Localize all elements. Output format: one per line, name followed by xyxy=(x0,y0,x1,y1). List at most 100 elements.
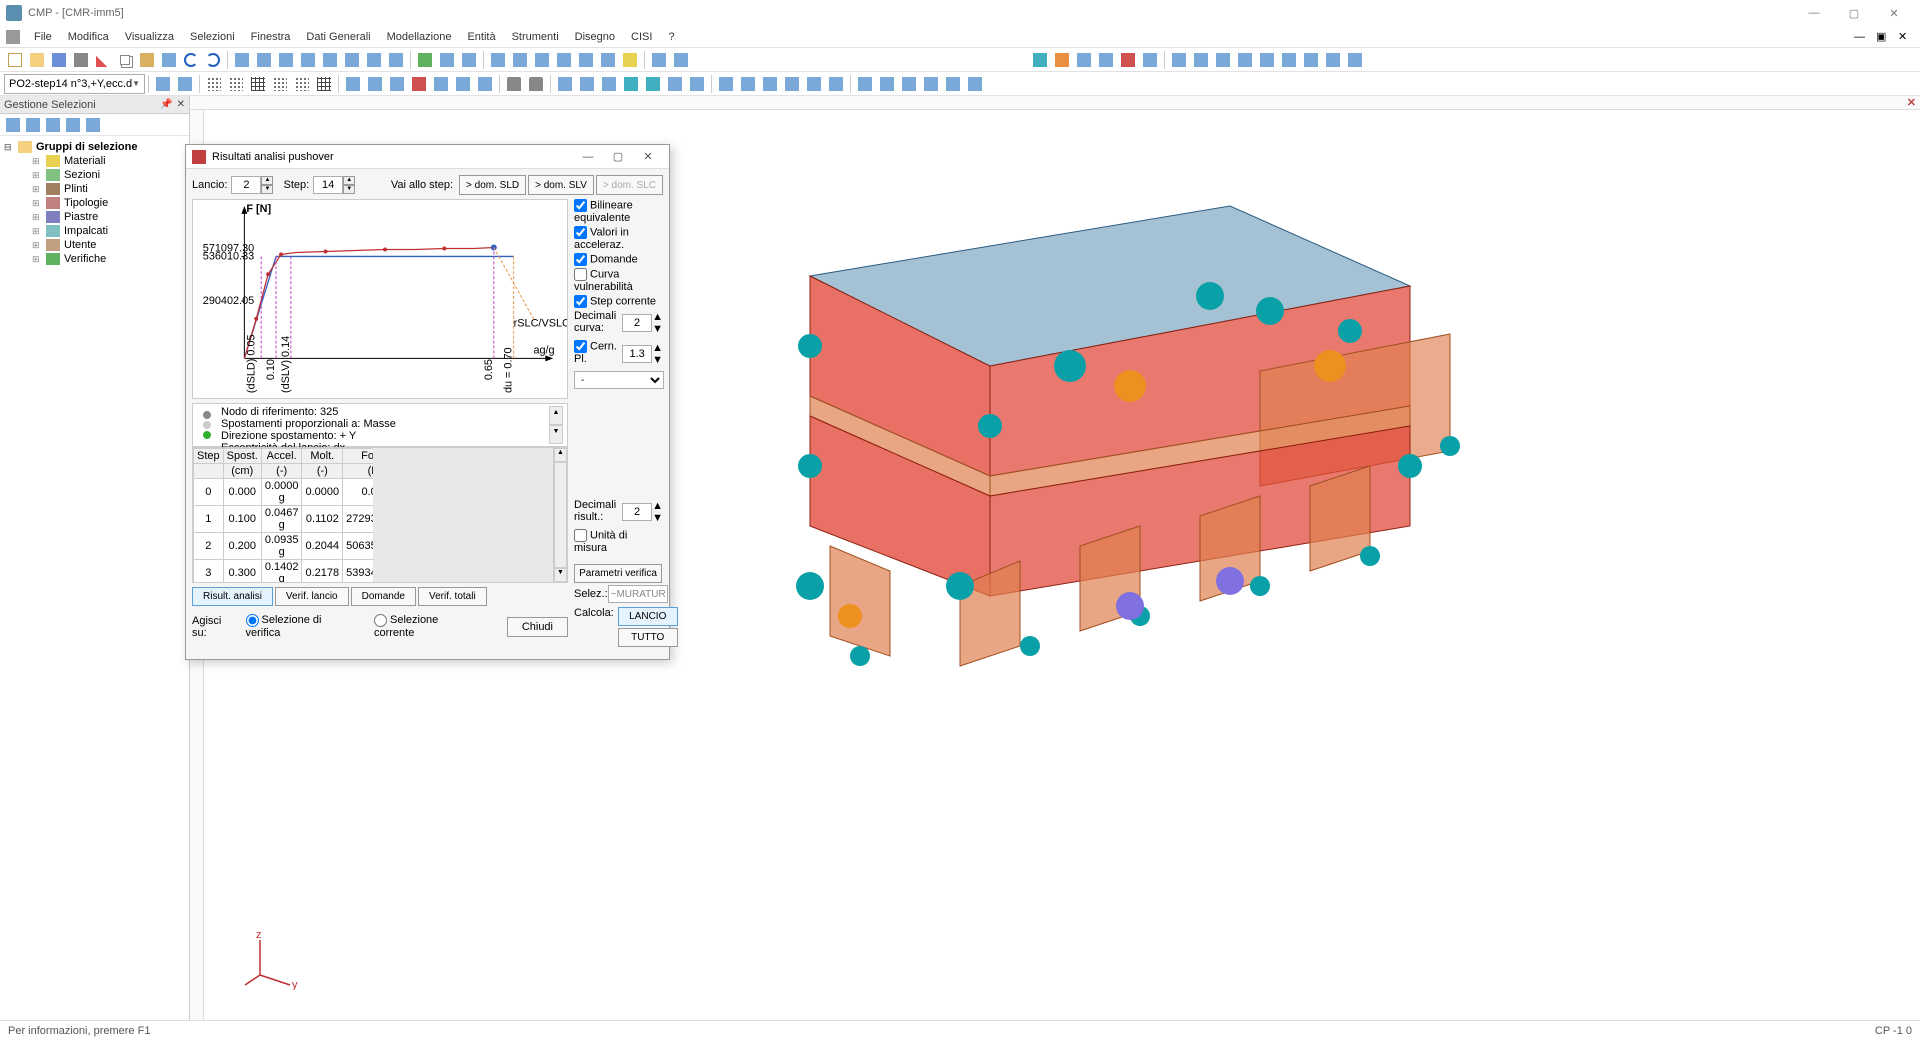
new-button[interactable] xyxy=(5,50,25,70)
snap-btn-1[interactable] xyxy=(716,74,736,94)
draw-btn-6[interactable] xyxy=(665,74,685,94)
tree-item-tipologie[interactable]: ⊞Tipologie xyxy=(4,196,185,210)
menu-selezioni[interactable]: Selezioni xyxy=(182,29,243,45)
ext-btn-1[interactable] xyxy=(855,74,875,94)
expand-icon[interactable]: ⊞ xyxy=(32,226,42,237)
draw-btn-4[interactable] xyxy=(621,74,641,94)
rtool-4[interactable] xyxy=(1096,50,1116,70)
parametri-verifica-button[interactable]: Parametri verifica xyxy=(574,564,662,583)
filter-btn-4[interactable] xyxy=(64,116,82,134)
close-doc-button[interactable]: ✕ xyxy=(1907,96,1916,109)
sel-btn-5[interactable] xyxy=(248,74,268,94)
rtool-6[interactable] xyxy=(1140,50,1160,70)
rtool-2[interactable] xyxy=(1052,50,1072,70)
maximize-button[interactable]: ▢ xyxy=(1834,0,1874,26)
filter-btn-5[interactable] xyxy=(84,116,102,134)
copy-button[interactable] xyxy=(115,50,135,70)
menu-modifica[interactable]: Modifica xyxy=(60,29,117,45)
view-btn-5[interactable] xyxy=(320,50,340,70)
sel-btn-10[interactable] xyxy=(365,74,385,94)
zoom-pan-button[interactable] xyxy=(598,50,618,70)
view-btn-1[interactable] xyxy=(232,50,252,70)
menu-file[interactable]: File xyxy=(26,29,60,45)
cern-label[interactable]: Cern. Pl. xyxy=(574,340,618,365)
step-spinner[interactable]: ▲▼ xyxy=(343,176,355,194)
sel-btn-14[interactable] xyxy=(453,74,473,94)
sel-btn-11[interactable] xyxy=(387,74,407,94)
collapse-icon[interactable]: ⊟ xyxy=(4,142,14,153)
expand-icon[interactable]: ⊞ xyxy=(32,156,42,167)
menu-finestra[interactable]: Finestra xyxy=(243,29,299,45)
view-btn-6[interactable] xyxy=(342,50,362,70)
rtool-1[interactable] xyxy=(1030,50,1050,70)
check-unita[interactable]: Unità di misura xyxy=(574,529,663,554)
lancio-input[interactable] xyxy=(231,176,261,194)
expand-icon[interactable]: ⊞ xyxy=(32,184,42,195)
zoom-out-button[interactable] xyxy=(510,50,530,70)
mdi-control-icon[interactable] xyxy=(6,30,20,44)
mdi-minimize-button[interactable]: — xyxy=(1854,31,1876,43)
tab-verif-lancio[interactable]: Verif. lancio xyxy=(275,587,349,606)
table-scrollbar[interactable]: ▲▼ xyxy=(553,448,567,582)
edit-button[interactable] xyxy=(159,50,179,70)
sel-btn-1[interactable] xyxy=(153,74,173,94)
rtool-14[interactable] xyxy=(1323,50,1343,70)
draw-btn-1[interactable] xyxy=(555,74,575,94)
save-button[interactable] xyxy=(49,50,69,70)
dialog-close-button[interactable]: ✕ xyxy=(633,150,663,163)
sel-btn-7[interactable] xyxy=(292,74,312,94)
calcola-tutto-button[interactable]: TUTTO xyxy=(618,628,678,647)
refresh-button[interactable] xyxy=(415,50,435,70)
rtool-5[interactable] xyxy=(1118,50,1138,70)
menu-help[interactable]: ? xyxy=(660,29,682,45)
menu-visualizza[interactable]: Visualizza xyxy=(117,29,182,45)
sel-btn-3[interactable] xyxy=(204,74,224,94)
tab-risult-analisi[interactable]: Risult. analisi xyxy=(192,587,273,606)
snap-btn-5[interactable] xyxy=(804,74,824,94)
tree-item-impalcati[interactable]: ⊞Impalcati xyxy=(4,224,185,238)
ext-btn-5[interactable] xyxy=(943,74,963,94)
menu-modellazione[interactable]: Modellazione xyxy=(379,29,460,45)
table-row[interactable]: 20.2000.0935 g0.2044506357.671 xyxy=(194,533,374,560)
close-panel-button[interactable]: ✕ xyxy=(177,99,185,110)
lancio-spinner[interactable]: ▲▼ xyxy=(261,176,273,194)
snap-btn-2[interactable] xyxy=(738,74,758,94)
info-scroll[interactable]: ▲▼ xyxy=(549,406,563,444)
sel-btn-12[interactable] xyxy=(409,74,429,94)
ext-btn-6[interactable] xyxy=(965,74,985,94)
check-bilineare[interactable]: Bilineare equivalente xyxy=(574,199,663,224)
rtool-11[interactable] xyxy=(1257,50,1277,70)
measure-button[interactable] xyxy=(459,50,479,70)
snap-btn-3[interactable] xyxy=(760,74,780,94)
table-row[interactable]: 10.1000.0467 g0.1102272938.970 xyxy=(194,506,374,533)
cern-dropdown[interactable]: - xyxy=(574,371,664,389)
zoom-in-button[interactable] xyxy=(488,50,508,70)
decimali-risult-spinner[interactable]: ▲▼ xyxy=(652,500,663,524)
selez-input[interactable] xyxy=(608,585,668,603)
sel-btn-9[interactable] xyxy=(343,74,363,94)
tab-domande[interactable]: Domande xyxy=(351,587,416,606)
minimize-button[interactable]: — xyxy=(1794,0,1834,26)
sel-btn-15[interactable] xyxy=(475,74,495,94)
tree-item-materiali[interactable]: ⊞Materiali xyxy=(4,154,185,168)
radio-selezione-corrente[interactable]: Selezione corrente xyxy=(374,614,483,639)
ext-btn-4[interactable] xyxy=(921,74,941,94)
filter-btn-2[interactable] xyxy=(24,116,42,134)
sel-btn-13[interactable] xyxy=(431,74,451,94)
rtool-3[interactable] xyxy=(1074,50,1094,70)
cut-button[interactable] xyxy=(93,50,113,70)
rtool-7[interactable] xyxy=(1169,50,1189,70)
undo-button[interactable] xyxy=(181,50,201,70)
check-vulnerabilita[interactable]: Curva vulnerabilità xyxy=(574,268,663,293)
decimali-curva-spinner[interactable]: ▲▼ xyxy=(652,311,663,335)
expand-icon[interactable]: ⊞ xyxy=(32,240,42,251)
cern-input[interactable] xyxy=(622,345,652,363)
menu-cisi[interactable]: CISI xyxy=(623,29,660,45)
sel-btn-4[interactable] xyxy=(226,74,246,94)
draw-btn-5[interactable] xyxy=(643,74,663,94)
check-domande[interactable]: Domande xyxy=(574,253,663,266)
redo-button[interactable] xyxy=(203,50,223,70)
open-button[interactable] xyxy=(27,50,47,70)
tree-item-verifiche[interactable]: ⊞Verifiche xyxy=(4,252,185,266)
zoom-prev-button[interactable] xyxy=(576,50,596,70)
